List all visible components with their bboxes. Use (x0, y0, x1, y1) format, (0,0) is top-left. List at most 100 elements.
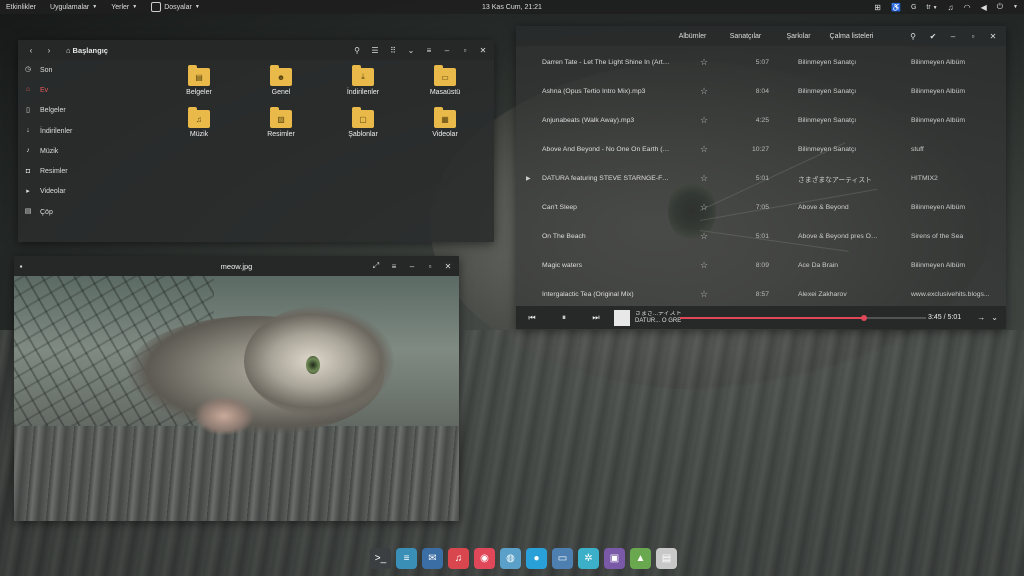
star-icon[interactable]: ☆ (700, 231, 708, 242)
folder-templates[interactable]: ▢ Şablonlar (322, 107, 404, 138)
sidebar-item-music[interactable]: ♪ Müzik (18, 141, 128, 161)
applications-menu[interactable]: Uygulamalar ▼ (50, 4, 97, 11)
tab-albums[interactable]: Albümler (666, 33, 719, 40)
menu-icon[interactable]: ≡ (387, 262, 401, 271)
document-viewer-icon[interactable]: ▤ (656, 547, 677, 569)
forward-arrow-icon[interactable]: › (42, 46, 56, 55)
star-icon[interactable]: ☆ (700, 86, 708, 97)
track-row[interactable]: Above And Beyond - No One On Earth (Ga..… (516, 135, 1006, 164)
folder-videos[interactable]: ▦ Videolar (404, 107, 486, 138)
terminal-icon[interactable]: >_ (370, 547, 391, 569)
track-row[interactable]: Magic waters ☆ 8:09 Ace Da Brain Bilinmeyen … (516, 251, 1006, 280)
minimize-icon[interactable]: – (946, 32, 960, 41)
track-row[interactable]: Intergalactic Tea (Original Mix) ☆ 8:57 Ale… (516, 280, 1006, 309)
tab-artists[interactable]: Sanatçılar (719, 33, 772, 40)
select-check-icon[interactable]: ✔ (926, 32, 940, 41)
trash-icon: ▤ (24, 208, 32, 216)
sidebar-item-downloads[interactable]: ↓ İndirilenler (18, 121, 128, 141)
screen-icon[interactable]: ▭ (552, 547, 573, 569)
search-icon[interactable]: ⚲ (906, 32, 920, 41)
chevron-down-icon[interactable]: ⌄ (991, 313, 998, 322)
sidebar-item-trash[interactable]: ▤ Çöp (18, 202, 128, 222)
folder-desktop[interactable]: ▭ Masaüstü (404, 65, 486, 96)
software-icon[interactable]: ▣ (604, 547, 625, 569)
now-playing-info: さまざ...ティスト DATUR... O GREY (635, 310, 681, 324)
close-icon[interactable]: ✕ (441, 262, 455, 271)
back-arrow-icon[interactable]: ‹ (24, 46, 38, 55)
download-icon: ↓ (26, 127, 30, 135)
tab-playlists[interactable]: Çalma listeleri (825, 33, 878, 40)
progress-bar[interactable] (680, 315, 926, 321)
chevron-down-icon[interactable]: ▼ (1013, 4, 1018, 10)
volume-icon[interactable]: ◀ (981, 3, 987, 12)
browser-icon[interactable]: ◉ (474, 547, 495, 569)
track-row[interactable]: Anjunabeats (Walk Away).mp3 ☆ 4:25 Bilinmey… (516, 106, 1006, 135)
maximize-icon[interactable]: ▫ (423, 262, 437, 271)
grid-view-icon[interactable]: ⠿ (386, 46, 400, 55)
folder-public[interactable]: ☻ Genel (240, 65, 322, 96)
photo-floor (14, 426, 459, 521)
sidebar-item-pictures[interactable]: ◘ Resimler (18, 161, 128, 181)
list-view-icon[interactable]: ☰ (368, 46, 382, 55)
sidebar-item-videos[interactable]: ▸ Videolar (18, 182, 128, 202)
dock: >_ ≡ ✉ ♫ ◉ ◍ ● ▭ ✲ ▣ ▲ ▤ (366, 544, 681, 572)
tray-app-icon[interactable]: ⊞ (874, 3, 881, 12)
input-language[interactable]: tr ▼ (926, 4, 937, 11)
folder-music[interactable]: ♫ Müzik (158, 107, 240, 138)
maximize-icon[interactable]: ▫ (458, 46, 472, 55)
star-icon[interactable]: ☆ (700, 57, 708, 68)
close-icon[interactable]: ✕ (476, 46, 490, 55)
accessibility-icon[interactable]: ♿ (891, 3, 901, 12)
star-icon[interactable]: ☆ (700, 289, 708, 300)
track-row[interactable]: On The Beach ☆ 5:01 Above & Beyond pres Oc.… (516, 222, 1006, 251)
star-icon[interactable]: ☆ (700, 144, 708, 155)
repeat-arrow-icon[interactable]: → (977, 313, 985, 322)
power-icon[interactable]: ⏻ (997, 2, 1003, 12)
track-row-playing[interactable]: ▶ DATURA featuring STEVE STARNGE-FADET...… (516, 164, 1006, 193)
mail-icon[interactable]: ✉ (422, 547, 443, 569)
pause-icon[interactable]: ⏸ (548, 313, 580, 323)
next-icon[interactable]: ⏭ (580, 313, 612, 323)
g-indicator[interactable]: G (911, 4, 916, 11)
minimize-icon[interactable]: – (405, 262, 419, 271)
sidebar-item-home[interactable]: ⌂ Ev (18, 80, 128, 100)
fullscreen-icon[interactable]: ⤢ (369, 261, 383, 271)
wifi-icon[interactable]: ◠ (964, 3, 971, 12)
breadcrumb[interactable]: ⌂ Başlangıç (66, 46, 108, 55)
progress-handle[interactable] (860, 315, 867, 321)
chevron-down-icon[interactable]: ⌄ (404, 46, 418, 55)
picture-icon: ▧ (270, 107, 292, 128)
minimize-icon[interactable]: – (440, 46, 454, 55)
files-app-menu[interactable]: Dosyalar ▼ (151, 2, 200, 12)
music-indicator-icon[interactable]: ♫ (948, 3, 954, 12)
star-icon[interactable]: ☆ (700, 173, 708, 184)
maximize-icon[interactable]: ▫ (966, 32, 980, 41)
track-row[interactable]: Darren Tate - Let The Light Shine In (Ar… (516, 48, 1006, 77)
track-row[interactable]: Ashna (Opus Tertio Intro Mix).mp3 ☆ 8:04 Bi… (516, 77, 1006, 106)
places-menu[interactable]: Yerler ▼ (111, 4, 137, 11)
settings-icon[interactable]: ✲ (578, 547, 599, 569)
sidebar-item-recent[interactable]: ◷ Son (18, 60, 128, 80)
chat-icon[interactable]: ● (526, 547, 547, 569)
people-icon: ☻ (270, 65, 292, 86)
menu-icon[interactable]: ≡ (422, 46, 436, 55)
close-icon[interactable]: ✕ (986, 32, 1000, 41)
web-icon[interactable]: ◍ (500, 547, 521, 569)
folder-documents[interactable]: ▤ Belgeler (158, 65, 240, 96)
previous-icon[interactable]: ⏮ (516, 313, 548, 323)
music-window: Albümler Sanatçılar Şarkılar Çalma liste… (516, 26, 1006, 329)
sidebar-item-documents[interactable]: ▯ Belgeler (18, 101, 128, 121)
activities-button[interactable]: Etkinlikler (6, 4, 36, 11)
photos-icon[interactable]: ▲ (630, 547, 651, 569)
notes-icon[interactable]: ≡ (396, 547, 417, 569)
image-viewer-icon[interactable]: ▪ (14, 262, 28, 271)
search-icon[interactable]: ⚲ (350, 46, 364, 55)
tab-songs[interactable]: Şarkılar (772, 33, 825, 40)
star-icon[interactable]: ☆ (700, 115, 708, 126)
star-icon[interactable]: ☆ (700, 202, 708, 213)
track-row[interactable]: Can't Sleep ☆ 7:05 Above & Beyond Bilinmeyen… (516, 193, 1006, 222)
folder-downloads[interactable]: ⤓ İndirilenler (322, 65, 404, 96)
star-icon[interactable]: ☆ (700, 260, 708, 271)
folder-pictures[interactable]: ▧ Resimler (240, 107, 322, 138)
music-icon[interactable]: ♫ (448, 547, 469, 569)
